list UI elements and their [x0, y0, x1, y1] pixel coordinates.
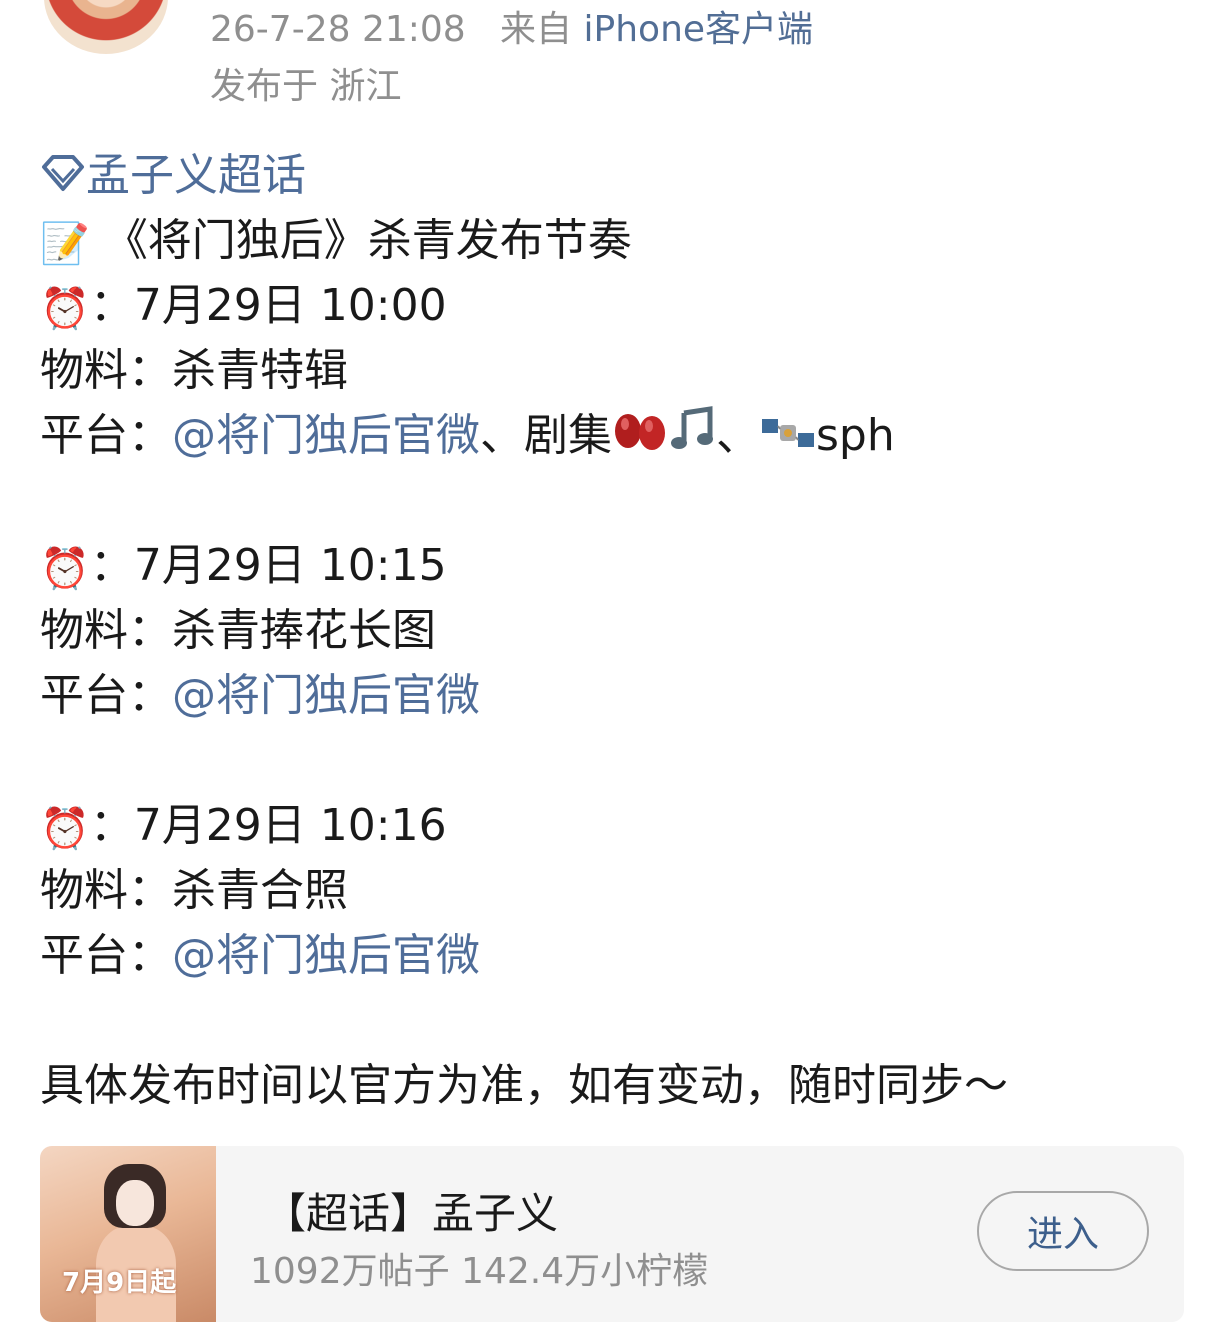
client-link[interactable]: iPhone客户端 [584, 9, 814, 50]
material-text: 杀青特辑 [172, 345, 348, 396]
poster-date: 7月9日起 [62, 1268, 177, 1298]
mention-link[interactable]: @将门独后官微 [172, 670, 480, 721]
schedule-material: 物料：杀青捧花长图 [40, 605, 436, 656]
enter-button[interactable]: 进入 [977, 1191, 1149, 1271]
memo-icon: 📝 [40, 221, 90, 267]
alarm-clock-icon: ⏰ [40, 806, 90, 852]
schedule-platform: 平台：@将门独后官微、剧集 、 sph [40, 403, 1190, 468]
music-note-icon [668, 405, 716, 471]
supertopic-poster: 7月9日起 [40, 1146, 216, 1322]
post-content: 孟子义超话 📝 《将门独后》杀青发布节奏 ⏰：7月29日 10:00 物料：杀青… [40, 143, 1190, 1118]
satellite-icon [760, 406, 816, 471]
schedule-platform: 平台：@将门独后官微 [40, 930, 480, 981]
schedule-time: ⏰：7月29日 10:16 [40, 793, 1190, 858]
mention-link[interactable]: @将门独后官微 [172, 930, 480, 981]
footer-note: 具体发布时间以官方为准，如有变动，随时同步～ [40, 1060, 1008, 1111]
card-title: 【超话】孟子义 [264, 1189, 559, 1238]
avatar[interactable] [44, 0, 168, 54]
alarm-clock-icon: ⏰ [40, 286, 90, 332]
material-text: 杀青合照 [172, 865, 348, 916]
topic-link[interactable]: 孟子义超话 [86, 150, 306, 201]
beans-icon [612, 406, 668, 471]
time-text: 7月29日 10:00 [133, 280, 447, 331]
mention-link[interactable]: @将门独后官微 [172, 410, 480, 461]
schedule-time: ⏰：7月29日 10:15 [40, 533, 1190, 598]
schedule-material: 物料：杀青特辑 [40, 345, 348, 396]
topic-line: 孟子义超话 [40, 143, 1190, 208]
diamond-icon [40, 146, 86, 211]
schedule-material: 物料：杀青合照 [40, 865, 348, 916]
supertopic-card[interactable]: 7月9日起 【超话】孟子义 1092万帖子 142.4万小柠檬 进入 [40, 1146, 1184, 1322]
post-location: 发布于 浙江 [210, 66, 402, 107]
post-title: 《将门独后》杀青发布节奏 [103, 215, 632, 266]
post-meta: 26-7-28 21:08 来自 iPhone客户端 [210, 8, 813, 52]
time-text: 7月29日 10:16 [133, 800, 447, 851]
title-line: 📝 《将门独后》杀青发布节奏 [40, 208, 1190, 273]
timestamp: 26-7-28 21:08 [210, 9, 466, 50]
alarm-clock-icon: ⏰ [40, 546, 90, 592]
from-label: 来自 [500, 9, 573, 50]
schedule-time: ⏰：7月29日 10:00 [40, 273, 1190, 338]
card-stats: 1092万帖子 142.4万小柠檬 [250, 1251, 709, 1292]
material-text: 杀青捧花长图 [172, 605, 436, 656]
time-text: 7月29日 10:15 [133, 540, 447, 591]
schedule-platform: 平台：@将门独后官微 [40, 670, 480, 721]
